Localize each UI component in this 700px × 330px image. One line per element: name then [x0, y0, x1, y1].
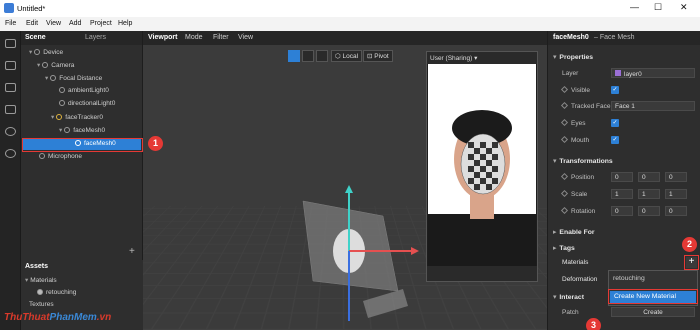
section-properties[interactable]: ▾ Properties: [553, 53, 593, 61]
tree-item-device[interactable]: ▾ Device: [29, 48, 63, 59]
callout-box-3: [608, 289, 698, 304]
tab-layers[interactable]: Layers: [85, 34, 106, 41]
menu-project[interactable]: Project: [90, 20, 112, 27]
deformation-label: Deformation: [562, 276, 598, 283]
menu-edit[interactable]: Edit: [26, 20, 38, 27]
section-interactions[interactable]: ▾ Interact: [553, 293, 584, 301]
position-y-input[interactable]: 0: [638, 172, 660, 182]
scale-z-input[interactable]: 1: [665, 189, 687, 199]
scale-x-input[interactable]: 1: [611, 189, 633, 199]
tree-item-microphone[interactable]: Microphone: [39, 153, 82, 164]
tab-viewport[interactable]: Viewport: [148, 34, 177, 41]
rotation-y-input[interactable]: 0: [638, 206, 660, 216]
tool-sidebar: [0, 31, 21, 330]
mouth-checkbox[interactable]: ✓: [611, 136, 619, 144]
menu-bar: File Edit View Add Project Help: [0, 17, 700, 31]
viewport-tabs: Viewport Mode Filter View: [143, 31, 547, 45]
patch-label: Patch: [562, 309, 579, 316]
callout-2: 2: [682, 237, 697, 252]
share-icon[interactable]: [5, 105, 16, 114]
assets-textures-folder[interactable]: Textures: [29, 301, 54, 312]
mouth-label: Mouth: [560, 135, 589, 144]
tree-item-ambient-light[interactable]: ambientLight0: [59, 87, 109, 98]
title-bar: Untitled* — ☐ ✕: [0, 0, 700, 17]
search-icon[interactable]: [5, 149, 16, 158]
inspector-object-name: faceMesh0: [553, 34, 589, 41]
minimize-button[interactable]: —: [630, 2, 639, 12]
section-enable-for[interactable]: ▸ Enable For: [553, 228, 595, 236]
device-preview[interactable]: User (Sharing) ▾: [426, 51, 538, 282]
menu-add[interactable]: Add: [69, 20, 81, 27]
watermark: ThuThuatPhanMem.vn: [4, 312, 112, 323]
scale-y-input[interactable]: 1: [638, 189, 660, 199]
section-transformations[interactable]: ▾ Transformations: [553, 157, 613, 165]
viewport-view-menu[interactable]: View: [238, 34, 253, 41]
callout-3: 3: [586, 318, 601, 330]
layer-select[interactable]: layer0: [611, 68, 695, 78]
scene-tabs: Scene Layers: [21, 31, 142, 45]
scale-label: Scale: [560, 189, 587, 198]
preview-device-selector[interactable]: User (Sharing) ▾: [427, 52, 537, 64]
close-button[interactable]: ✕: [680, 2, 688, 13]
rotation-x-input[interactable]: 0: [611, 206, 633, 216]
tree-item-face-mesh-parent[interactable]: ▾ faceMesh0: [59, 126, 105, 137]
rotation-label: Rotation: [560, 206, 595, 215]
viewport-mode-menu[interactable]: Mode: [185, 34, 203, 41]
move-tool-button[interactable]: [288, 50, 300, 62]
tab-scene[interactable]: Scene: [25, 34, 46, 41]
viewport-filter-menu[interactable]: Filter: [213, 34, 229, 41]
visible-label: Visible: [560, 85, 590, 94]
tracked-face-select[interactable]: Face 1: [611, 101, 695, 111]
position-x-input[interactable]: 0: [611, 172, 633, 182]
preview-controls: [427, 266, 537, 281]
assets-materials-folder[interactable]: ▾ Materials: [25, 276, 57, 287]
tree-item-focal-distance[interactable]: ▾ Focal Distance: [45, 74, 102, 85]
ground-plane: [363, 289, 408, 318]
pivot-toggle[interactable]: ⊡ Pivot: [363, 50, 393, 62]
maximize-button[interactable]: ☐: [654, 2, 662, 13]
tree-item-camera[interactable]: ▾ Camera: [37, 61, 74, 72]
position-z-input[interactable]: 0: [665, 172, 687, 182]
inspector-header: faceMesh0 – Face Mesh: [548, 31, 700, 45]
menu-help[interactable]: Help: [118, 20, 132, 27]
menu-file[interactable]: File: [5, 20, 16, 27]
rotation-z-input[interactable]: 0: [665, 206, 687, 216]
assets-title: Assets: [25, 263, 48, 270]
callout-1: 1: [148, 136, 163, 151]
add-scene-object-button[interactable]: +: [129, 246, 135, 257]
inspector-object-type: – Face Mesh: [594, 34, 635, 41]
app-logo-icon: [4, 3, 14, 13]
position-label: Position: [560, 172, 594, 181]
viewport-panel[interactable]: Viewport Mode Filter View ⬡ Local ⊡ Pivo…: [143, 31, 547, 330]
asset-material-retouching[interactable]: retouching: [37, 289, 76, 300]
menu-view[interactable]: View: [46, 20, 61, 27]
window-title: Untitled*: [17, 4, 46, 13]
eyes-checkbox[interactable]: ✓: [611, 119, 619, 127]
tree-item-directional-light[interactable]: directionalLight0: [59, 100, 115, 111]
visible-checkbox[interactable]: ✓: [611, 86, 619, 94]
refresh-icon[interactable]: [5, 127, 16, 136]
layer-label: Layer: [562, 70, 579, 77]
tracked-face-label: Tracked Face: [560, 101, 611, 110]
callout-box-1: [22, 138, 143, 152]
eyes-label: Eyes: [560, 118, 585, 127]
tree-item-face-tracker[interactable]: ▾ faceTracker0: [51, 113, 103, 124]
dropdown-item-retouching[interactable]: retouching: [613, 275, 645, 282]
layout-icon[interactable]: [5, 39, 16, 48]
callout-box-2: [684, 255, 699, 270]
preview-face-image: [428, 64, 536, 267]
rotate-tool-button[interactable]: [302, 50, 314, 62]
materials-label: Materials: [562, 259, 589, 266]
devices-icon[interactable]: [5, 83, 16, 92]
scale-tool-button[interactable]: [316, 50, 328, 62]
local-toggle[interactable]: ⬡ Local: [331, 50, 363, 62]
create-patch-button[interactable]: Create: [611, 307, 695, 317]
video-icon[interactable]: [5, 61, 16, 70]
section-tags[interactable]: ▸ Tags: [553, 244, 575, 252]
